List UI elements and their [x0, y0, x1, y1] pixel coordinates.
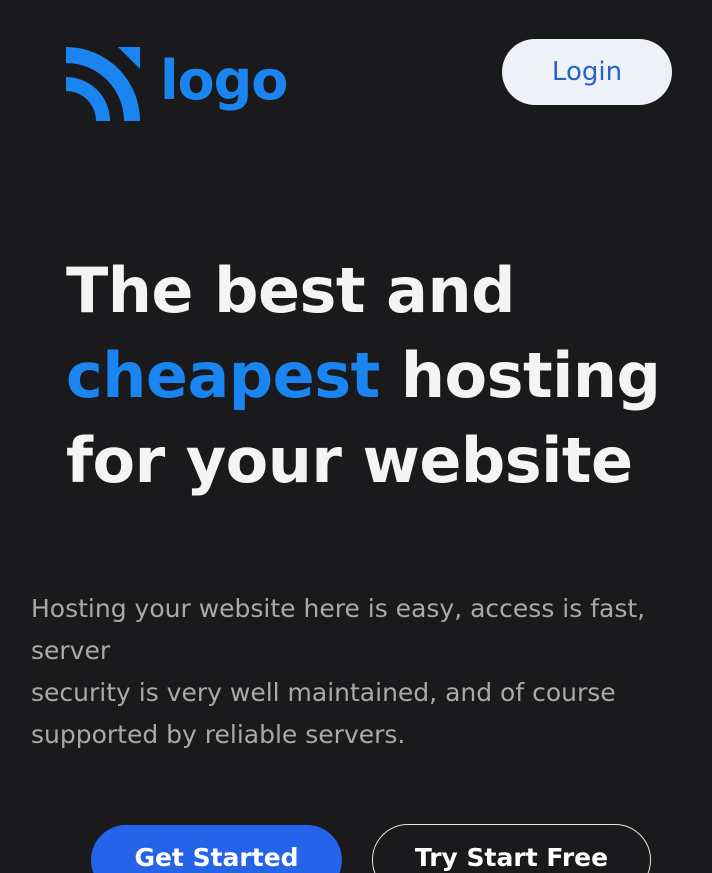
signal-waves-icon: [66, 47, 140, 121]
logo-text: logo: [160, 49, 288, 112]
headline-line-3: for your website: [66, 424, 633, 497]
logo[interactable]: logo: [66, 47, 288, 121]
description-line-2: security is very well maintained, and of…: [31, 678, 616, 749]
get-started-button[interactable]: Get Started: [91, 825, 342, 873]
headline-line-2-rest: hosting: [379, 339, 661, 412]
description-line-1: Hosting your website here is easy, acces…: [31, 594, 646, 665]
login-button[interactable]: Login: [502, 39, 672, 105]
headline-line-1: The best and: [66, 254, 515, 327]
headline-accent: cheapest: [66, 339, 380, 412]
hero-headline: The best and cheapest hosting for your web…: [66, 248, 686, 503]
try-start-free-button[interactable]: Try Start Free: [372, 824, 651, 873]
hero-description: Hosting your website here is easy, acces…: [31, 588, 691, 756]
